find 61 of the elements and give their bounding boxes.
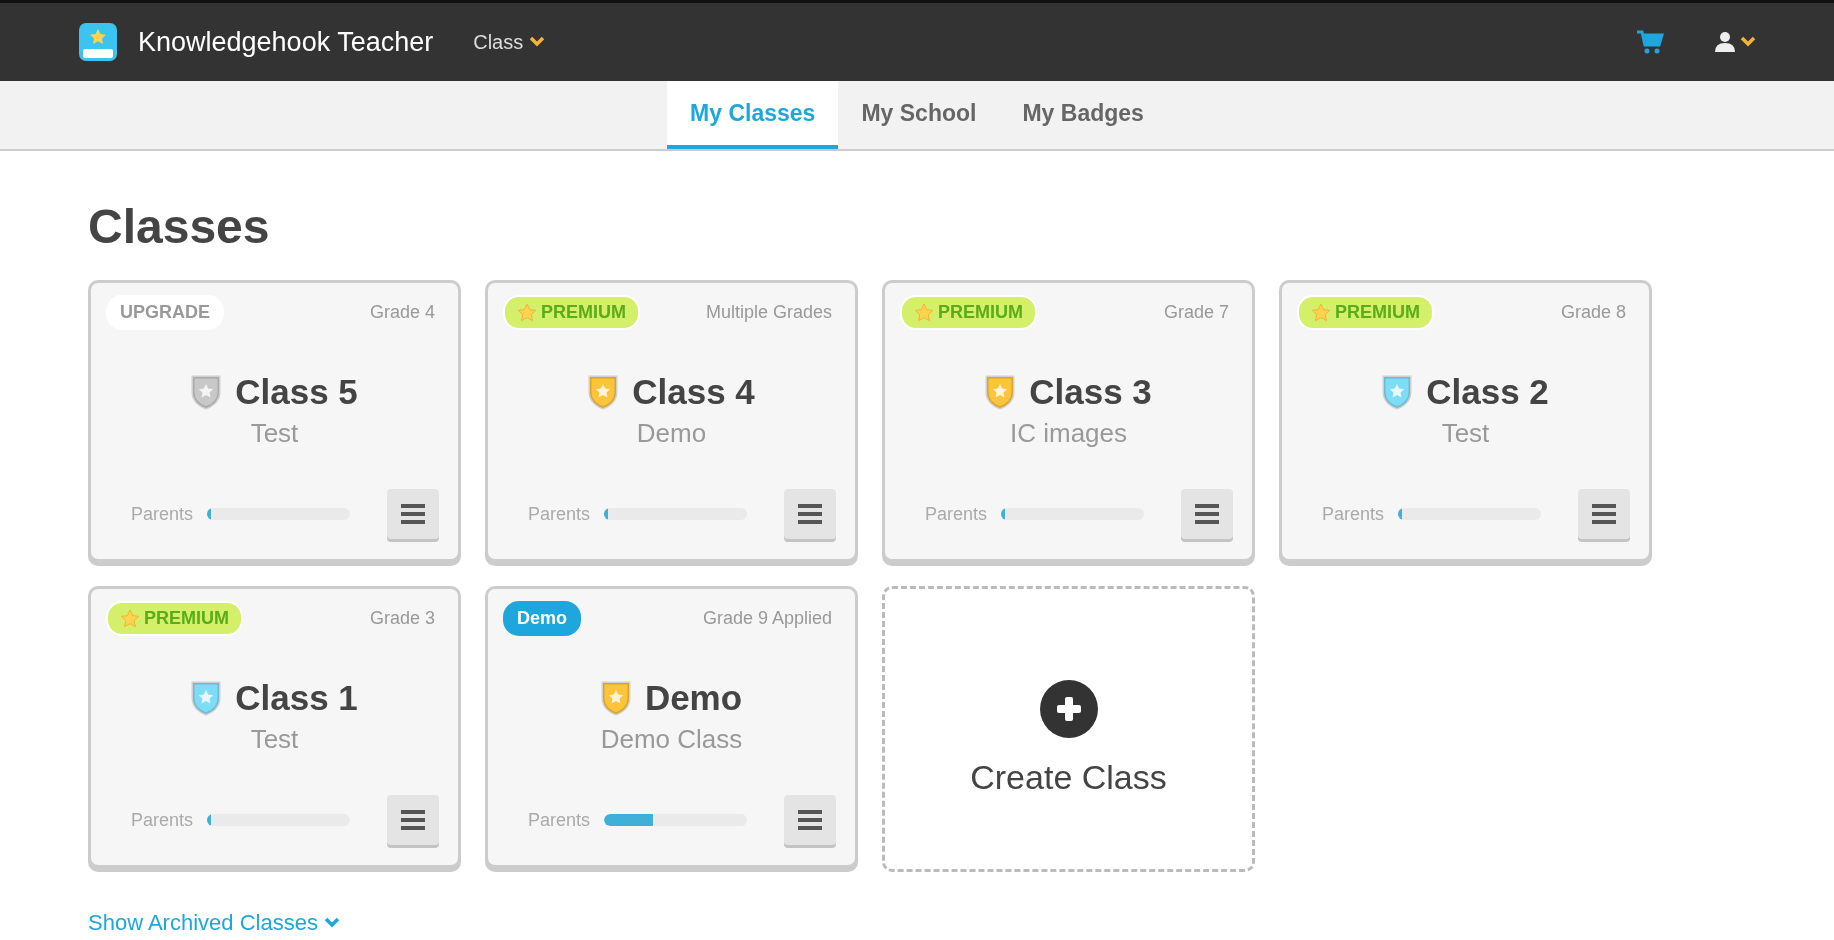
class-subtitle: Test [250,418,299,449]
class-name: Class 2 [1426,372,1549,412]
grade-label: Grade 8 [1560,302,1626,323]
plan-badge: PREMIUM [900,295,1037,330]
menu-button[interactable] [387,795,439,845]
plus-circle-icon [1039,680,1098,738]
plan-badge: PREMIUM [503,295,640,330]
menu-icon [1195,503,1219,525]
cart-button[interactable] [1636,29,1664,55]
class-subtitle: Demo Class [600,724,743,755]
user-menu[interactable] [1714,31,1756,53]
parents-label: Parents [1322,503,1385,525]
class-name: Class 3 [1029,372,1152,412]
class-subtitle: Test [250,724,299,755]
chevron-down-icon [529,36,546,48]
grade-label: Grade 3 [369,608,435,629]
page-title: Classes [88,199,271,254]
plan-badge: PREMIUM [1297,295,1434,330]
cart-icon [1636,29,1664,55]
grade-label: Multiple Grades [705,302,832,323]
class-name: Class 4 [632,372,755,412]
plan-badge: PREMIUM [106,601,243,636]
grade-label: Grade 7 [1163,302,1229,323]
grade-label: Grade 9 Applied [702,608,832,629]
menu-button[interactable] [387,489,439,539]
class-subtitle: Demo [636,418,707,449]
class-subtitle: IC images [1009,418,1127,449]
plan-badge: UPGRADE [106,295,224,330]
class-name: Demo [644,678,743,718]
menu-button[interactable] [784,489,836,539]
star-icon [1311,302,1331,323]
parents-label: Parents [528,503,591,525]
class-name: Class 5 [235,372,358,412]
class-name: Class 1 [235,678,358,718]
book-logo-icon [78,22,118,62]
grade-label: Grade 4 [369,302,435,323]
nav-tab[interactable]: My Badges [999,81,1167,149]
user-icon [1714,31,1736,53]
menu-button[interactable] [784,795,836,845]
menu-button[interactable] [1181,489,1233,539]
chevron-down-icon [1740,36,1756,48]
menu-icon [401,809,425,831]
create-class-button[interactable]: Create Class [882,586,1255,872]
app-name: Knowledgehook Teacher [138,26,434,58]
menu-icon [1592,503,1616,525]
chevron-down-icon [323,917,340,929]
menu-icon [401,503,425,525]
star-icon [517,302,537,323]
class-menu[interactable]: Class [473,30,546,54]
class-subtitle: Test [1441,418,1490,449]
parents-label: Parents [925,503,988,525]
parents-label: Parents [528,809,591,831]
nav-tab[interactable]: My School [838,81,1000,149]
menu-icon [798,503,822,525]
plan-badge: Demo [503,601,581,636]
menu-button[interactable] [1578,489,1630,539]
star-icon [914,302,934,323]
parents-label: Parents [131,503,194,525]
parents-label: Parents [131,809,194,831]
menu-icon [798,809,822,831]
star-icon [120,608,140,629]
